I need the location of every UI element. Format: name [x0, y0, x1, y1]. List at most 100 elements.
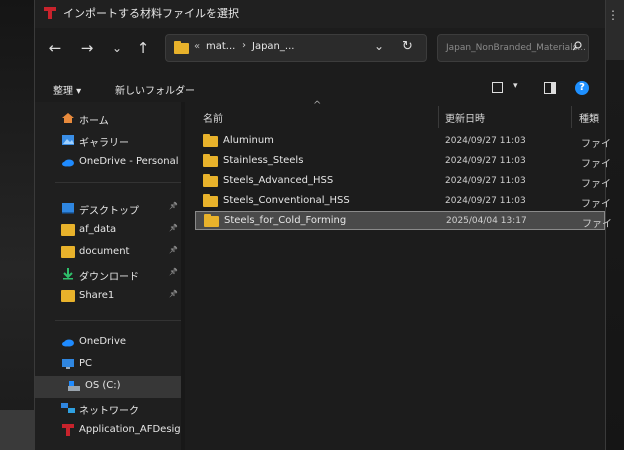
file-name: Steels_for_Cold_Forming [224, 215, 347, 226]
sidebar-item-label: ダウンロード [79, 272, 139, 283]
search-placeholder[interactable]: Japan_NonBranded_Materials... [446, 43, 586, 53]
file-open-dialog: インポートする材料ファイルを選択 ← → ⌄ ↑ « mat... › Japa… [34, 0, 612, 450]
chevron-right-icon[interactable]: › [242, 40, 246, 51]
cloud-icon [62, 339, 74, 347]
forward-button[interactable]: → [75, 36, 99, 60]
pc-icon [62, 359, 74, 369]
view-dropdown-icon[interactable]: ▾ [513, 81, 518, 91]
sidebar-item-desktop[interactable]: デスクトップ 📌 [35, 198, 181, 220]
sidebar-item-label: PC [79, 358, 93, 369]
grip-icon: ⋮ [607, 8, 619, 22]
table-row[interactable]: Steels_Conventional_HSS 2024/09/27 11:03… [195, 192, 611, 211]
sidebar-item-label: OS (C:) [85, 380, 121, 391]
desktop-icon [62, 203, 74, 214]
file-type: ファイ [581, 159, 611, 170]
folder-icon [203, 134, 218, 147]
preview-pane-icon[interactable] [544, 82, 556, 94]
app-icon [62, 424, 74, 436]
folder-icon [174, 41, 189, 54]
table-row[interactable]: Stainless_Steels 2024/09/27 11:03 ファイ [195, 152, 611, 171]
file-name: Aluminum [223, 135, 274, 146]
sidebar-item-label: ネットワーク [79, 406, 139, 417]
file-modified: 2025/04/04 13:17 [446, 216, 527, 226]
sidebar-item-gallery[interactable]: ギャラリー [35, 130, 181, 152]
table-row-selected[interactable]: Steels_for_Cold_Forming 2025/04/04 13:17… [195, 211, 612, 230]
sidebar-item-label: Share1 [79, 290, 115, 301]
pin-icon: 📌 [169, 290, 178, 298]
sidebar-item-label: Application_AFDesig [79, 424, 181, 435]
up-button[interactable]: ↑ [131, 36, 155, 60]
sidebar-item-share1[interactable]: Share1 📌 [35, 286, 181, 308]
address-bar[interactable]: « mat... › Japan_... ⌄ ↻ [165, 34, 427, 62]
sidebar-item-label: OneDrive - Personal [79, 156, 179, 167]
column-divider[interactable] [438, 106, 439, 128]
column-divider[interactable] [571, 106, 572, 128]
sidebar-item-home[interactable]: ホーム [35, 108, 181, 130]
sidebar-item-label: document [79, 246, 130, 257]
sidebar-divider [55, 320, 181, 321]
cloud-icon [62, 159, 74, 167]
refresh-icon[interactable]: ↻ [402, 39, 413, 54]
title-bar: インポートする材料ファイルを選択 [35, 0, 605, 28]
new-folder-button[interactable]: 新しいフォルダー [115, 82, 195, 97]
sidebar-item-document[interactable]: document 📌 [35, 242, 181, 264]
organize-button[interactable]: 整理 ▾ [53, 82, 81, 97]
view-options-icon[interactable] [492, 82, 503, 93]
file-name: Steels_Advanced_HSS [223, 175, 334, 186]
background-bottom-left [0, 410, 34, 450]
sidebar-item-label: ギャラリー [79, 138, 129, 149]
sidebar-item-af-data[interactable]: af_data 📌 [35, 220, 181, 242]
sidebar-item-application-afdesig[interactable]: Application_AFDesig [35, 420, 181, 442]
sidebar-item-label: ホーム [79, 116, 109, 127]
folder-icon [204, 214, 219, 227]
file-modified: 2024/09/27 11:03 [445, 176, 526, 186]
navigation-pane: ホーム ギャラリー OneDrive - Personal デスクトップ 📌 a… [35, 102, 181, 450]
command-bar: 整理 ▾ 新しいフォルダー ▾ ? [35, 74, 605, 102]
sidebar-item-pc[interactable]: PC [35, 354, 181, 376]
file-name: Steels_Conventional_HSS [223, 195, 350, 206]
file-modified: 2024/09/27 11:03 [445, 156, 526, 166]
search-icon [572, 41, 582, 51]
background-left [0, 0, 34, 450]
breadcrumb-overflow[interactable]: « [194, 41, 200, 52]
folder-icon [203, 174, 218, 187]
folder-icon [61, 224, 75, 236]
download-icon [63, 268, 73, 280]
file-type: ファイ [581, 139, 611, 150]
file-type: ファイ [582, 219, 612, 230]
sidebar-item-label: af_data [79, 224, 117, 235]
sort-indicator-icon: ^ [313, 100, 322, 111]
file-type: ファイ [581, 179, 611, 190]
back-button[interactable]: ← [43, 36, 67, 60]
file-type: ファイ [581, 199, 611, 210]
sidebar-item-label: OneDrive [79, 336, 127, 347]
pin-icon: 📌 [169, 224, 178, 232]
sidebar-item-onedrive-personal[interactable]: OneDrive - Personal [35, 152, 181, 174]
file-list: ^ 名前 更新日時 種類 Aluminum 2024/09/27 11:03 フ… [185, 100, 612, 450]
drive-icon [68, 381, 80, 391]
folder-icon [203, 194, 218, 207]
folder-icon [61, 246, 75, 258]
recent-locations-button[interactable]: ⌄ [105, 36, 129, 60]
sidebar-divider [55, 182, 181, 183]
app-icon [44, 7, 56, 19]
help-icon[interactable]: ? [575, 81, 589, 95]
sidebar-item-os-c[interactable]: OS (C:) [35, 376, 181, 398]
file-modified: 2024/09/27 11:03 [445, 136, 526, 146]
address-dropdown-icon[interactable]: ⌄ [374, 39, 384, 53]
sidebar-item-downloads[interactable]: ダウンロード 📌 [35, 264, 181, 286]
column-header-modified[interactable]: 更新日時 [445, 110, 485, 125]
sidebar-item-network[interactable]: ネットワーク [35, 398, 181, 420]
file-name: Stainless_Steels [223, 155, 304, 166]
sidebar-item-label: デスクトップ [79, 206, 139, 217]
column-header-name[interactable]: 名前 [203, 110, 223, 125]
folder-icon [203, 154, 218, 167]
breadcrumb-mat[interactable]: mat... [206, 41, 235, 52]
breadcrumb-japan[interactable]: Japan_... [252, 41, 294, 52]
table-row[interactable]: Steels_Advanced_HSS 2024/09/27 11:03 ファイ [195, 172, 611, 191]
column-header-type[interactable]: 種類 [579, 110, 599, 125]
folder-icon [61, 290, 75, 302]
sidebar-item-onedrive[interactable]: OneDrive [35, 332, 181, 354]
table-row[interactable]: Aluminum 2024/09/27 11:03 ファイ [195, 132, 611, 151]
search-box[interactable]: Japan_NonBranded_Materials... [437, 34, 589, 62]
